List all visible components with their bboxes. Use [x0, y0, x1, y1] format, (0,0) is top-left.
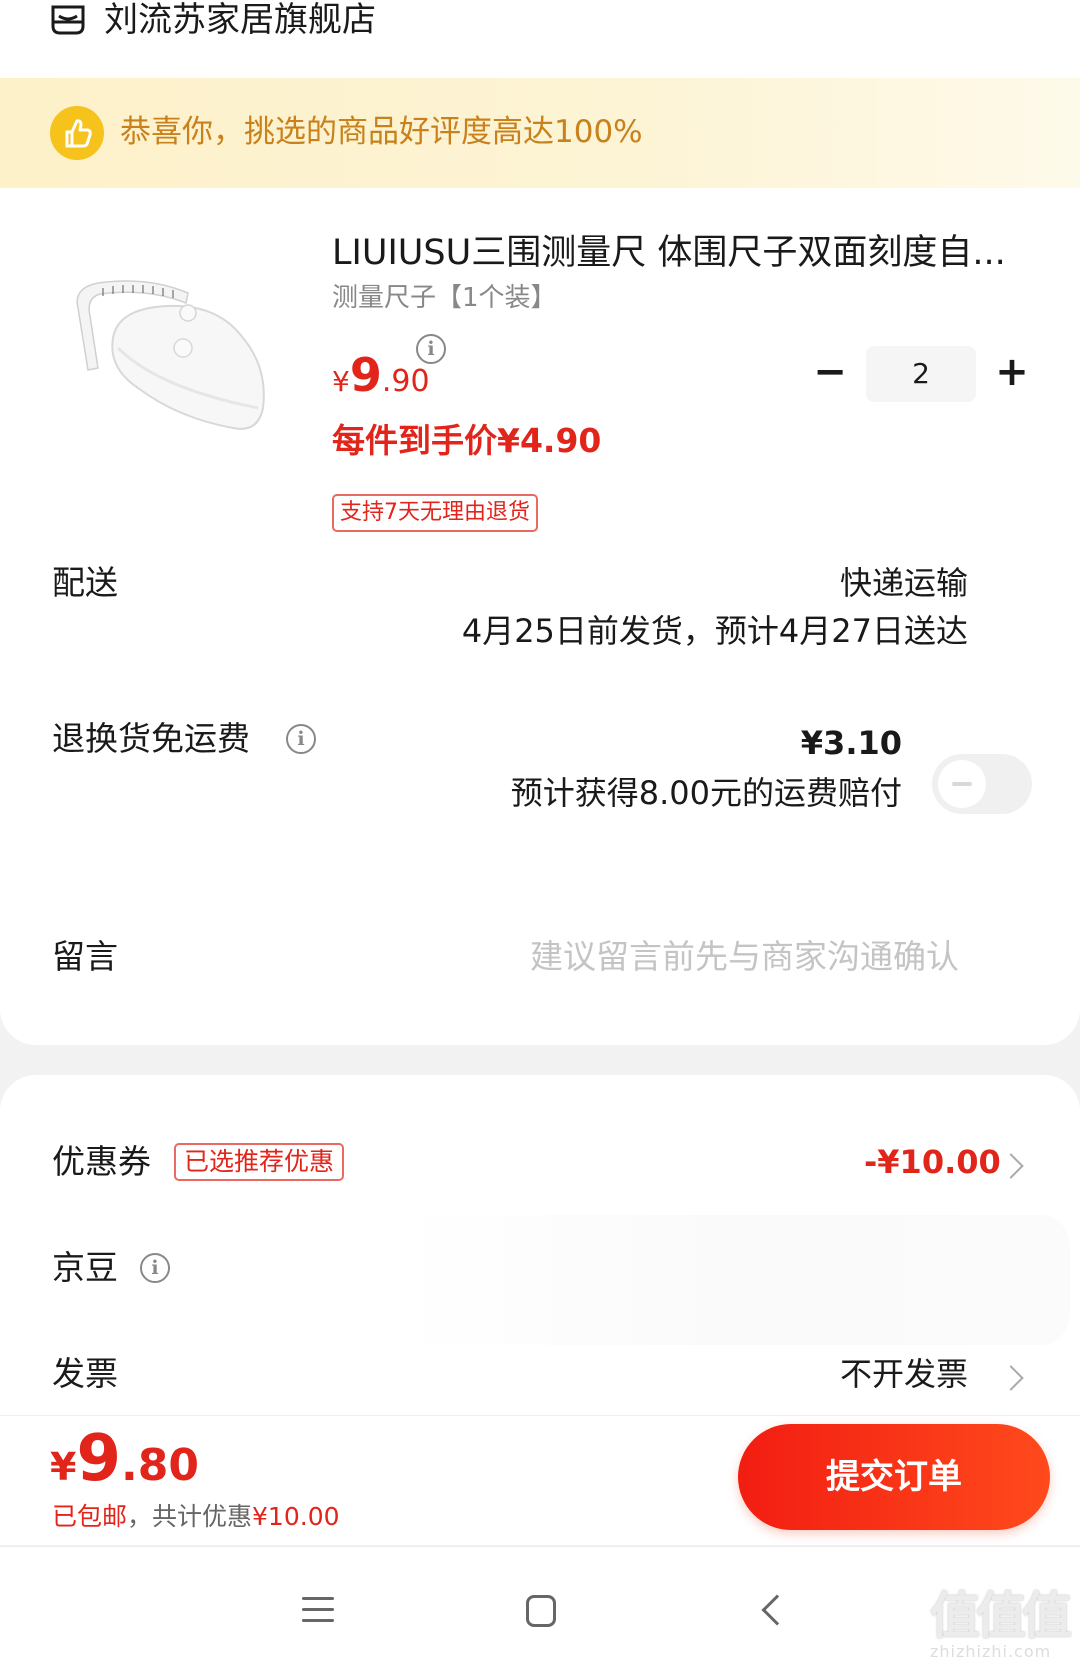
toggle-knob: [938, 760, 986, 808]
price-info-icon[interactable]: i: [416, 334, 446, 364]
product-image[interactable]: [58, 268, 288, 458]
quantity-input[interactable]: 2: [866, 346, 976, 402]
system-nav-bar: [0, 1546, 1080, 1672]
checkout-bar: ¥9.80 已包邮，共计优惠¥10.00 提交订单: [0, 1415, 1080, 1545]
menu-icon[interactable]: [302, 1597, 334, 1623]
message-label: 留言: [52, 937, 118, 976]
unit-price: 每件到手价¥4.90: [332, 421, 602, 460]
order-card: LIUIUSU三围测量尺 体围尺子双面刻度自... 测量尺子【1个装】 ¥9.9…: [0, 188, 1080, 1045]
watermark: 值值值 zhizhizhi.com: [930, 1587, 1072, 1670]
discount-card: 优惠券 已选推荐优惠 -¥10.00 京豆 i 发票 不开发票: [0, 1075, 1080, 1415]
invoice-label: 发票: [52, 1354, 118, 1393]
delivery-method[interactable]: 快递运输: [840, 560, 968, 606]
free-shipping-text: 已包邮: [52, 1502, 128, 1531]
return-shipping-price: ¥3.10: [800, 724, 902, 762]
beans-label: 京豆: [52, 1248, 118, 1287]
return-policy-tag: 支持7天无理由退货: [332, 494, 538, 532]
total-note: 已包邮，共计优惠¥10.00: [52, 1500, 340, 1534]
beans-panel: [395, 1215, 1070, 1345]
discount-text: ，共计优惠: [127, 1502, 253, 1531]
beans-info-icon[interactable]: i: [140, 1253, 170, 1283]
product-title[interactable]: LIUIUSU三围测量尺 体围尺子双面刻度自...: [332, 228, 1032, 278]
store-icon: [51, 5, 85, 35]
total-currency: ¥: [50, 1445, 77, 1489]
coupon-value[interactable]: -¥10.00: [864, 1139, 1001, 1185]
home-icon[interactable]: [526, 1595, 556, 1627]
price-decimal: .90: [381, 364, 430, 399]
return-shipping-toggle[interactable]: [932, 754, 1032, 814]
product-price: ¥9.90: [332, 348, 430, 402]
delivery-schedule[interactable]: 4月25日前发货，预计4月27日送达: [462, 608, 968, 654]
store-name[interactable]: 刘流苏家居旗舰店: [104, 0, 376, 42]
coupon-label: 优惠券: [52, 1142, 151, 1181]
submit-order-button[interactable]: 提交订单: [738, 1424, 1050, 1530]
discount-amount: ¥10.00: [252, 1502, 340, 1531]
watermark-url: zhizhizhi.com: [930, 1642, 1052, 1661]
coupon-chevron-right-icon[interactable]: [998, 1153, 1024, 1179]
thumbs-up-icon: [50, 106, 104, 160]
quantity-increase-button[interactable]: +: [992, 352, 1032, 393]
price-currency: ¥: [332, 365, 350, 398]
coupon-tag: 已选推荐优惠: [174, 1143, 345, 1181]
quantity-decrease-button[interactable]: −: [810, 352, 850, 393]
price-integer: 9: [349, 348, 382, 402]
message-input[interactable]: 建议留言前先与商家沟通确认: [530, 934, 959, 980]
banner-text: 恭喜你，挑选的商品好评度高达100%: [120, 114, 643, 150]
return-shipping-info-icon[interactable]: i: [286, 724, 316, 754]
return-shipping-note: 预计获得8.00元的运费赔付: [510, 774, 902, 812]
delivery-label: 配送: [52, 563, 118, 602]
praise-banner: 恭喜你，挑选的商品好评度高达100%: [0, 78, 1080, 188]
total-integer: 9: [76, 1422, 121, 1496]
total-decimal: .80: [120, 1440, 199, 1491]
total-price: ¥9.80: [50, 1422, 199, 1496]
return-shipping-label: 退换货免运费: [52, 719, 250, 758]
back-icon[interactable]: [761, 1594, 793, 1626]
invoice-value[interactable]: 不开发票: [840, 1351, 968, 1397]
invoice-chevron-right-icon[interactable]: [998, 1365, 1024, 1391]
watermark-logo: 值值值: [930, 1587, 1072, 1645]
shop-header: 刘流苏家居旗舰店: [0, 0, 1080, 78]
product-spec[interactable]: 测量尺子【1个装】: [332, 280, 557, 316]
